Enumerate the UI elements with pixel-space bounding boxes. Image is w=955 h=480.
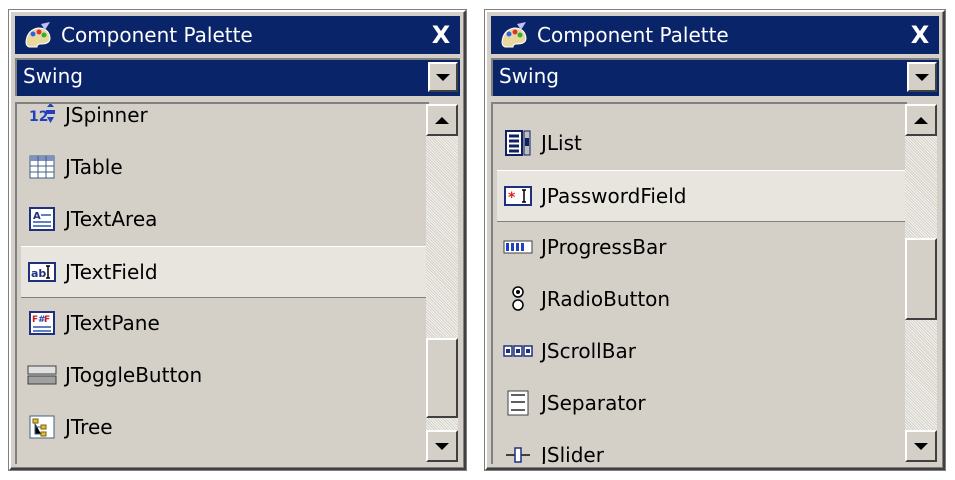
scroll-thumb[interactable] <box>426 338 458 418</box>
textarea-icon: A <box>27 205 57 233</box>
list-item-jtextarea[interactable]: A JTextArea <box>21 194 429 244</box>
item-label: JToggleButton <box>65 363 203 387</box>
passwordfield-icon: * <box>503 182 533 210</box>
progressbar-icon <box>503 233 533 261</box>
item-label: JList <box>541 131 582 155</box>
table-icon <box>27 153 57 181</box>
list-item-jscrollbar[interactable]: JScrollBar <box>497 326 907 376</box>
svg-text:*: * <box>508 190 516 206</box>
list-item-jtogglebutton[interactable]: JToggleButton <box>21 350 429 400</box>
item-label: JRadioButton <box>541 287 671 311</box>
scroll-down-button[interactable] <box>426 430 458 462</box>
category-select[interactable]: Swing <box>491 58 939 96</box>
scrollbar-icon <box>503 337 533 365</box>
item-label: JScrollBar <box>541 339 636 363</box>
window-title: Component Palette <box>61 23 253 47</box>
scroll-up-button[interactable] <box>905 104 937 136</box>
list-item-jtree[interactable]: JTree <box>21 402 429 452</box>
list-item-jslider[interactable]: JSlider <box>497 430 907 464</box>
scroll-thumb[interactable] <box>905 238 937 320</box>
close-button[interactable]: X <box>426 20 456 50</box>
component-list: 12 JSpinner JTable A JTextArea ab JTextF… <box>15 102 429 464</box>
scroll-up-button[interactable] <box>426 104 458 136</box>
tree-icon <box>27 413 57 441</box>
item-label: JTextPane <box>65 311 160 335</box>
dropdown-button[interactable] <box>907 62 937 92</box>
category-value: Swing <box>499 64 559 88</box>
list-item-jprogressbar[interactable]: JProgressBar <box>497 222 907 272</box>
component-list: JList * JPasswordField JProgressBar JRad… <box>491 102 907 464</box>
scroll-down-button[interactable] <box>905 430 937 462</box>
slider-icon <box>503 441 533 464</box>
component-palette-right: Component Palette X Swing JList * JPassw… <box>485 10 945 470</box>
svg-text:F: F <box>44 315 50 325</box>
svg-text:12: 12 <box>29 109 48 125</box>
chevron-down-icon <box>436 73 450 81</box>
chevron-up-icon <box>914 116 928 124</box>
window-title: Component Palette <box>537 23 729 47</box>
textpane-icon: F # F <box>27 309 57 337</box>
title-bar[interactable]: Component Palette X <box>15 16 460 54</box>
list-item-jlist[interactable]: JList <box>497 118 907 168</box>
component-palette-left: Component Palette X Swing 12 JSpinner JT… <box>9 10 466 470</box>
chevron-down-icon <box>914 442 928 450</box>
palette-icon <box>25 22 51 48</box>
list-item-jtextfield[interactable]: ab JTextField <box>21 246 429 298</box>
textfield-icon: ab <box>27 258 57 286</box>
separator-icon <box>503 389 533 417</box>
item-label: JTextArea <box>65 207 158 231</box>
title-bar[interactable]: Component Palette X <box>491 16 939 54</box>
vertical-scrollbar[interactable] <box>426 104 458 462</box>
item-label: JSlider <box>541 443 604 464</box>
svg-text:ab: ab <box>31 267 46 280</box>
chevron-up-icon <box>435 116 449 124</box>
list-item-jseparator[interactable]: JSeparator <box>497 378 907 428</box>
category-value: Swing <box>23 64 83 88</box>
chevron-down-icon <box>435 442 449 450</box>
list-item-jradiobutton[interactable]: JRadioButton <box>497 274 907 324</box>
item-label: JSeparator <box>541 391 646 415</box>
svg-text:A: A <box>33 211 41 222</box>
spinner-icon: 12 <box>27 104 57 129</box>
list-icon <box>503 129 533 157</box>
radiobutton-icon <box>503 285 533 313</box>
item-label: JTextField <box>65 260 158 284</box>
list-item-jspinner[interactable]: 12 JSpinner <box>21 103 429 140</box>
palette-icon <box>501 22 527 48</box>
chevron-down-icon <box>915 73 929 81</box>
item-label: JProgressBar <box>541 235 667 259</box>
list-item-jpasswordfield[interactable]: * JPasswordField <box>497 170 907 222</box>
close-button[interactable]: X <box>905 20 935 50</box>
item-label: JTable <box>65 155 123 179</box>
dropdown-button[interactable] <box>428 62 458 92</box>
list-item-jtextpane[interactable]: F # F JTextPane <box>21 298 429 348</box>
list-item-jtable[interactable]: JTable <box>21 142 429 192</box>
item-label: JSpinner <box>65 103 148 127</box>
item-label: JPasswordField <box>541 184 687 208</box>
category-select[interactable]: Swing <box>15 58 460 96</box>
togglebutton-icon <box>27 361 57 389</box>
vertical-scrollbar[interactable] <box>905 104 937 462</box>
item-label: JTree <box>65 415 113 439</box>
